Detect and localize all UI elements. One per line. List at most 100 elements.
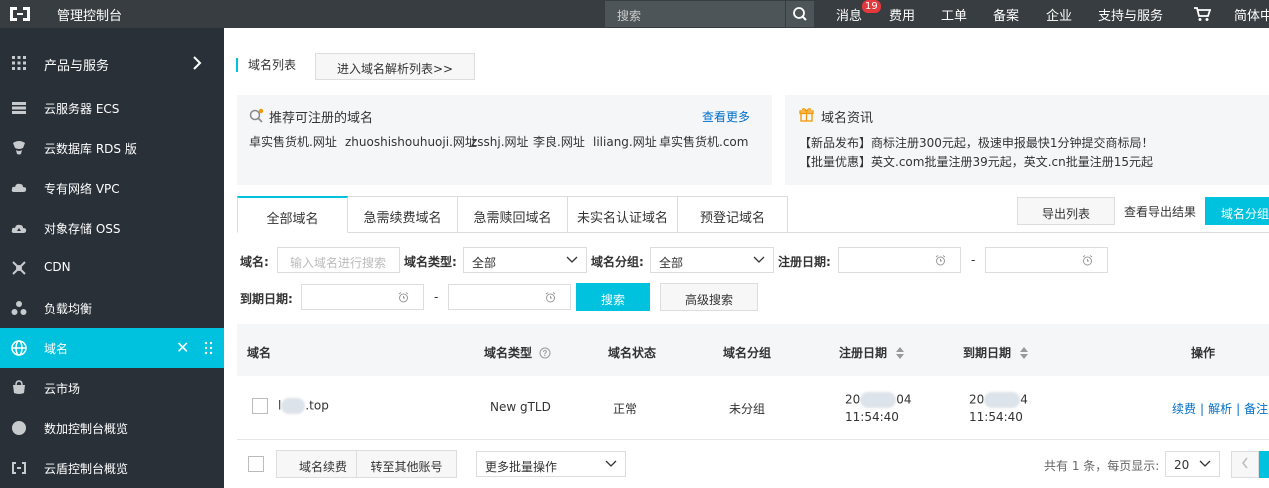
- news-line[interactable]: 【新品发布】商标注册300元起，极速申报最快1分钟提交商标局！: [799, 134, 1154, 151]
- server-icon: [12, 102, 26, 114]
- tab-unverified[interactable]: 未实名认证域名: [568, 196, 678, 233]
- page-size-value: 20: [1174, 458, 1190, 472]
- sidebar-item-cdn[interactable]: CDN: [0, 248, 224, 288]
- transfer-account-button[interactable]: 转至其他账号: [356, 450, 457, 478]
- col-reg-date-label: 注册日期: [839, 346, 888, 360]
- search-icon[interactable]: [786, 1, 814, 27]
- sort-icon[interactable]: [1019, 346, 1029, 360]
- col-domain-status: 域名状态: [608, 346, 657, 360]
- col-reg-date[interactable]: 注册日期: [839, 344, 905, 361]
- recommend-link[interactable]: zsshj.网址: [471, 133, 529, 150]
- recommend-panel: 推荐可注册的域名 查看更多 卓实售货机.网址 zhuoshishouhuoji.…: [237, 95, 772, 185]
- recommend-link[interactable]: 卓实售货机.com: [659, 133, 748, 150]
- recommend-link[interactable]: 卓实售货机.网址: [249, 133, 337, 150]
- pagination-summary: 共有 1 条，每页显示:: [1044, 459, 1160, 473]
- dns-list-button[interactable]: 进入域名解析列表>>: [315, 53, 475, 80]
- main-content: 域名列表 进入域名解析列表>> 推荐可注册的域名 查看更多 卓实售货机.网址 z…: [224, 28, 1269, 488]
- domain-search-input[interactable]: 输入域名进行搜索: [277, 247, 400, 273]
- help-icon[interactable]: ?: [539, 347, 551, 359]
- recommend-link[interactable]: liliang.网址: [593, 133, 657, 150]
- sidebar-products-label: 产品与服务: [44, 59, 110, 74]
- aliyun-logo-icon[interactable]: [8, 5, 32, 23]
- sidebar-item-security-console[interactable]: 云盾控制台概览: [0, 448, 224, 488]
- tab-all-domains[interactable]: 全部域名: [237, 196, 348, 233]
- drag-handle-icon[interactable]: [204, 341, 214, 355]
- note-link[interactable]: 备注: [1244, 402, 1268, 416]
- chevron-down-icon: [753, 256, 765, 263]
- nav-language[interactable]: 简体中: [1234, 5, 1269, 24]
- domain-type-select[interactable]: 全部: [463, 247, 587, 273]
- current-page-button[interactable]: [1259, 451, 1269, 478]
- sidebar-item-oss[interactable]: 对象存储 OSS: [0, 208, 224, 248]
- filter-domain-label: 域名:: [240, 255, 269, 269]
- nav-billing[interactable]: 费用: [889, 5, 915, 24]
- nav-messages[interactable]: 消息: [836, 5, 862, 24]
- nav-filing[interactable]: 备案: [993, 5, 1019, 24]
- chevron-right-icon: [193, 56, 202, 70]
- sidebar-item-domain[interactable]: 域名 ✕: [0, 328, 224, 368]
- export-list-button[interactable]: 导出列表: [1017, 197, 1115, 225]
- recommend-link[interactable]: zhuoshishouhuoji.网址: [345, 133, 477, 150]
- select-all-checkbox[interactable]: [248, 456, 264, 472]
- svg-text:?: ?: [543, 349, 548, 358]
- separator: |: [1200, 402, 1205, 416]
- col-exp-date[interactable]: 到期日期: [963, 344, 1029, 361]
- calendar-icon: [398, 292, 409, 303]
- exp-date-part: 4: [1020, 392, 1028, 407]
- tab-preregistered[interactable]: 预登记域名: [678, 196, 788, 233]
- sidebar-item-rds[interactable]: 云数据库 RDS 版: [0, 128, 224, 168]
- close-icon[interactable]: ✕: [176, 340, 189, 356]
- sidebar-item-slb[interactable]: 负载均衡: [0, 288, 224, 328]
- exp-date-end-input[interactable]: [448, 284, 571, 310]
- sort-icon[interactable]: [895, 346, 905, 360]
- table-footer: 域名续费 转至其他账号 更多批量操作 共有 1 条，每页显示: 20: [237, 440, 1269, 488]
- renew-link[interactable]: 续费: [1172, 402, 1196, 416]
- page-size-select[interactable]: 20: [1165, 451, 1220, 477]
- reg-date-start-input[interactable]: [838, 247, 961, 273]
- redacted-blur: [860, 392, 897, 408]
- domain-name-link[interactable]: l .top: [278, 398, 329, 414]
- news-line[interactable]: 【批量优惠】英文.com批量注册39元起，英文.cn批量注册15元起: [799, 153, 1153, 170]
- advanced-search-button[interactable]: 高级搜索: [660, 283, 758, 311]
- domain-group-button[interactable]: 域名分组: [1205, 197, 1269, 225]
- cdn-icon: [12, 261, 26, 275]
- sidebar-item-label: 云服务器 ECS: [44, 102, 120, 116]
- console-title[interactable]: 管理控制台: [57, 5, 122, 24]
- sidebar-item-market[interactable]: 云市场: [0, 368, 224, 408]
- nav-enterprise[interactable]: 企业: [1046, 5, 1072, 24]
- batch-actions-select[interactable]: 更多批量操作: [476, 451, 626, 477]
- sidebar-item-vpc[interactable]: 专有网络 VPC: [0, 168, 224, 208]
- export-results-link[interactable]: 查看导出结果: [1124, 203, 1196, 220]
- search-button[interactable]: 搜索: [576, 283, 650, 311]
- sidebar-item-data-console[interactable]: 数加控制台概览: [0, 408, 224, 448]
- news-panel: 域名资讯 【新品发布】商标注册300元起，极速申报最快1分钟提交商标局！ 【批量…: [785, 95, 1269, 185]
- cart-icon[interactable]: [1193, 6, 1211, 22]
- col-domain-type-label: 域名类型: [484, 346, 533, 360]
- filter-group-label: 域名分组:: [591, 255, 644, 269]
- circle-icon: [12, 421, 26, 435]
- prev-page-button[interactable]: [1231, 451, 1259, 478]
- domain-type-value: 全部: [472, 256, 497, 270]
- exp-date-start-input[interactable]: [301, 284, 424, 310]
- resolve-link[interactable]: 解析: [1208, 402, 1232, 416]
- sidebar-item-label: CDN: [44, 260, 71, 274]
- sidebar: 产品与服务 云服务器 ECS 云数据库 RDS 版 专有网络 VPC 对象存储 …: [0, 28, 224, 488]
- grid-icon: [12, 56, 26, 70]
- filter-type-label: 域名类型:: [404, 255, 457, 269]
- sidebar-products[interactable]: 产品与服务: [0, 43, 224, 83]
- domain-group-select[interactable]: 全部: [650, 247, 774, 273]
- chevron-down-icon: [566, 256, 578, 263]
- recommend-link[interactable]: 李良.网址: [533, 133, 585, 150]
- tab-renew-needed[interactable]: 急需续费域名: [348, 196, 458, 233]
- row-checkbox[interactable]: [252, 398, 268, 414]
- col-domain: 域名: [247, 346, 272, 360]
- sidebar-item-ecs[interactable]: 云服务器 ECS: [0, 88, 224, 128]
- tab-redeem-needed[interactable]: 急需赎回域名: [458, 196, 568, 233]
- search-input[interactable]: 搜索: [605, 1, 785, 27]
- view-more-link[interactable]: 查看更多: [702, 108, 750, 125]
- reg-date-end-input[interactable]: [985, 247, 1108, 273]
- exp-date-part: 20: [969, 392, 985, 407]
- nav-support[interactable]: 支持与服务: [1098, 5, 1163, 24]
- top-bar: 管理控制台 搜索 消息 19 费用 工单 备案 企业 支持与服务 简体中: [0, 0, 1269, 28]
- nav-tickets[interactable]: 工单: [941, 5, 967, 24]
